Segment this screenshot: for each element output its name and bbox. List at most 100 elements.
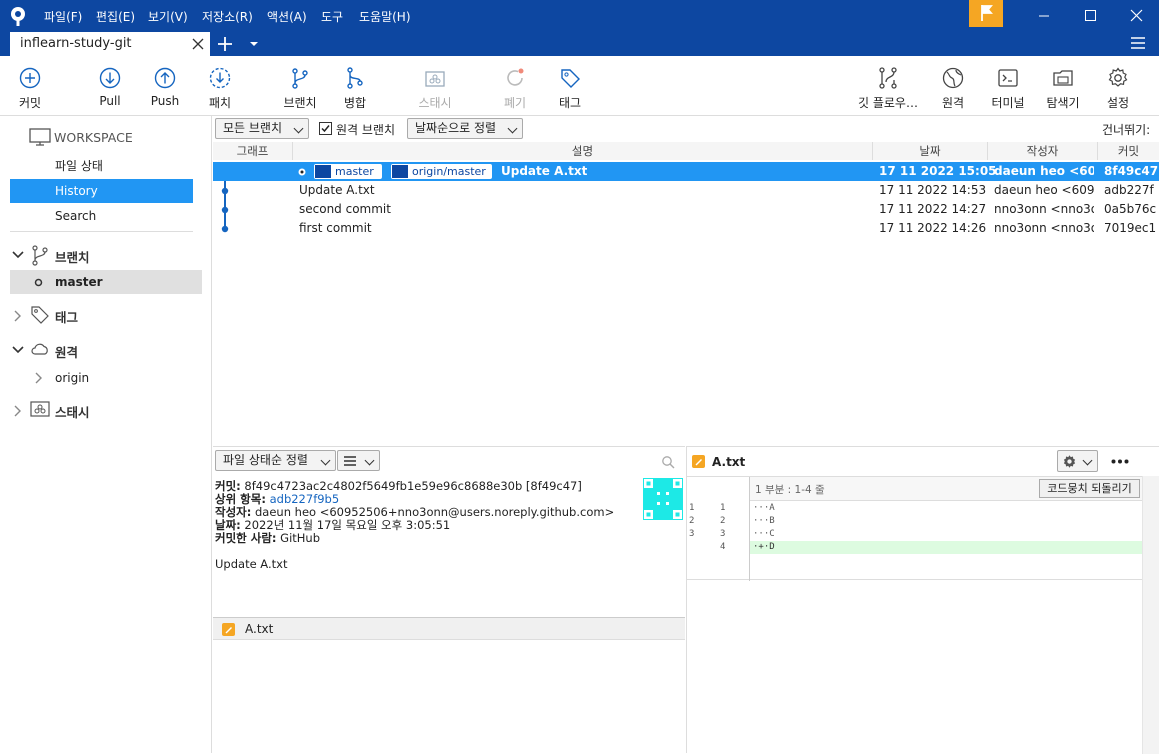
stash-label: 스태시	[418, 96, 452, 110]
parent-label: 상위 항목:	[215, 492, 266, 506]
branch-filter-dropdown[interactable]: 모든 브랜치	[215, 118, 309, 139]
tag-button[interactable]: 태그	[540, 62, 600, 111]
commit-date: 17 11 2022 14:27	[879, 202, 987, 216]
stashes-header[interactable]: 스태시	[55, 402, 90, 421]
history-row[interactable]: Update A.txt 17 11 2022 14:53 daeun heo …	[213, 181, 1159, 200]
pull-icon	[99, 67, 121, 89]
committer-label: 커밋한 사람:	[215, 531, 277, 545]
diff-line: 3 3 ···C	[687, 528, 1142, 541]
menu-view[interactable]: 보기(V)	[148, 8, 188, 25]
column-description[interactable]: 설명	[293, 142, 873, 160]
explorer-button[interactable]: 탐색기	[1033, 62, 1093, 111]
tab-close-icon[interactable]	[192, 38, 204, 50]
remotes-header[interactable]: 원격	[55, 342, 78, 361]
settings-button[interactable]: 설정	[1088, 62, 1148, 111]
discard-label: 폐기	[503, 96, 527, 110]
sidebar-item-origin[interactable]: origin	[55, 371, 89, 385]
commit-description: Update A.txt	[501, 164, 588, 178]
column-graph[interactable]: 그래프	[213, 142, 293, 160]
gitflow-button[interactable]: 깃 플로우…	[858, 62, 918, 111]
chevron-down-icon[interactable]	[12, 250, 24, 260]
modified-file-icon	[692, 455, 705, 468]
committer-line: 커밋한 사람: GitHub	[215, 532, 320, 545]
menu-file[interactable]: 파일(F)	[44, 8, 82, 25]
commit-description: Update A.txt	[299, 183, 375, 197]
menu-edit[interactable]: 편집(E)	[96, 8, 135, 25]
revert-hunk-button[interactable]: 코드뭉치 되돌리기	[1039, 479, 1140, 498]
branch-tag-master: master	[314, 164, 382, 179]
chevron-down-icon[interactable]	[12, 345, 24, 355]
menu-repository[interactable]: 저장소(R)	[202, 8, 253, 25]
diff-line-text: ···B	[753, 516, 775, 526]
commit-id-value: 8f49c4723ac2c4802f5649fb1e59e96c8688e30b…	[244, 479, 582, 493]
commit-author: nno3onn <nno3oı	[994, 221, 1094, 235]
stash-button[interactable]: 스태시	[405, 62, 465, 111]
close-button[interactable]	[1113, 0, 1159, 32]
sidebar-item-search[interactable]: Search	[10, 204, 193, 228]
tab-title: inflearn-study-git	[20, 36, 132, 51]
menu-tools[interactable]: 도구	[321, 8, 343, 25]
gear-icon	[1108, 67, 1128, 87]
tags-header[interactable]: 태그	[55, 307, 78, 326]
stash-icon	[425, 71, 445, 87]
sidebar-item-branch-master[interactable]: master	[10, 270, 202, 294]
column-date[interactable]: 날짜	[873, 142, 988, 160]
author-value: daeun heo <60952506+nno3onn@users.norepl…	[255, 505, 615, 519]
merge-button[interactable]: 병합	[325, 62, 385, 111]
chevron-right-icon[interactable]	[34, 372, 44, 384]
pull-button[interactable]: Pull	[80, 62, 140, 108]
menu-actions[interactable]: 액션(A)	[267, 8, 307, 25]
history-row[interactable]: master origin/master Update A.txt 17 11 …	[213, 162, 1159, 181]
remote-branches-checkbox[interactable]	[319, 122, 332, 135]
commit-description: second commit	[299, 202, 391, 216]
maximize-button[interactable]	[1067, 0, 1113, 32]
branch-tag-origin-label: origin/master	[412, 165, 486, 178]
search-icon[interactable]	[661, 455, 675, 469]
tab-dropdown-icon[interactable]	[249, 40, 259, 48]
author-label: 작성자:	[215, 505, 252, 519]
terminal-button[interactable]: 터미널	[978, 62, 1038, 111]
commit-details-panel: 파일 상태순 정렬 커밋: 8f49c4723ac2c4802f5649fb1e…	[213, 446, 685, 753]
history-row[interactable]: second commit 17 11 2022 14:27 nno3onn <…	[213, 200, 1159, 219]
chevron-right-icon[interactable]	[13, 405, 23, 417]
flag-button[interactable]	[969, 0, 1003, 27]
gear-icon	[1063, 455, 1076, 468]
more-options-icon[interactable]	[1111, 459, 1129, 464]
commit-button[interactable]: 커밋	[0, 62, 60, 111]
commit-date: 17 11 2022 14:53	[879, 183, 987, 197]
menu-help[interactable]: 도움말(H)	[359, 8, 411, 25]
toolbar: 커밋 Pull Push 패치 브랜치 병합 스태시 폐기 태그 깃 플로우… …	[0, 56, 1159, 116]
chevron-right-icon[interactable]	[13, 310, 23, 322]
discard-icon	[507, 68, 524, 86]
push-button[interactable]: Push	[135, 62, 195, 108]
commit-date: 17 11 2022 15:05	[879, 164, 997, 178]
sort-dropdown[interactable]: 날짜순으로 정렬	[407, 118, 523, 139]
column-author[interactable]: 작성자	[988, 142, 1098, 160]
branches-header[interactable]: 브랜치	[55, 247, 90, 266]
new-tab-icon[interactable]	[217, 36, 233, 52]
column-commit[interactable]: 커밋	[1098, 142, 1159, 160]
diff-line-text: ·+·D	[753, 542, 775, 552]
vertical-scrollbar[interactable]	[1142, 476, 1159, 754]
discard-button[interactable]: 폐기	[485, 62, 545, 111]
explorer-label: 탐색기	[1046, 96, 1080, 110]
file-sort-dropdown[interactable]: 파일 상태순 정렬	[215, 450, 336, 471]
fetch-button[interactable]: 패치	[190, 62, 250, 111]
sidebar-item-history[interactable]: History	[10, 179, 193, 203]
tag-icon	[31, 306, 49, 324]
hamburger-menu-icon[interactable]	[1130, 36, 1146, 50]
parent-link[interactable]: adb227f9b5	[270, 492, 340, 506]
avatar	[643, 478, 683, 520]
remote-button[interactable]: 원격	[923, 62, 983, 111]
search-label: Search	[55, 209, 97, 223]
terminal-label: 터미널	[991, 96, 1025, 110]
fetch-label: 패치	[208, 96, 232, 110]
branch-button[interactable]: 브랜치	[270, 62, 330, 111]
minimize-button[interactable]	[1021, 0, 1067, 32]
sidebar-item-file-status[interactable]: 파일 상태	[10, 154, 193, 178]
history-row[interactable]: first commit 17 11 2022 14:26 nno3onn <n…	[213, 219, 1159, 238]
diff-options-dropdown[interactable]	[1057, 450, 1098, 472]
changed-file-row[interactable]: A.txt	[213, 617, 685, 640]
tab-repository[interactable]: inflearn-study-git	[10, 32, 210, 56]
view-mode-dropdown[interactable]	[337, 450, 380, 471]
